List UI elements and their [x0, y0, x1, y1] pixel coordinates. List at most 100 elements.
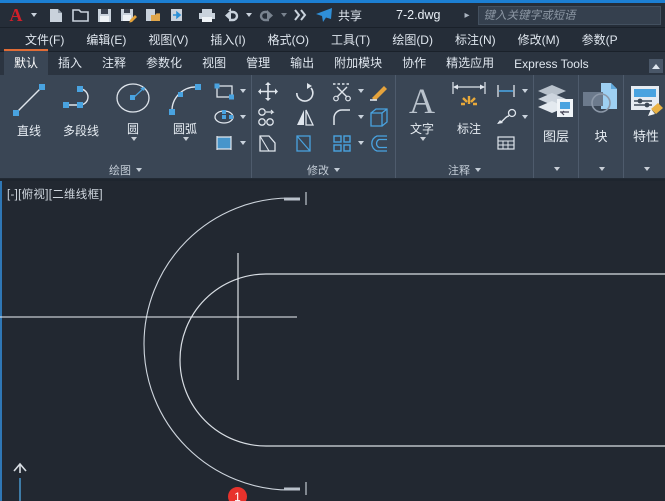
tab-collaborate[interactable]: 协作 — [392, 51, 436, 75]
menu-file[interactable]: 文件(F) — [14, 28, 75, 51]
dimension-style-dropdown[interactable] — [519, 89, 530, 93]
open-from-cloud-button[interactable] — [165, 4, 189, 26]
mirror-button[interactable] — [292, 105, 318, 130]
text-button-label: 文字 — [410, 120, 434, 137]
tab-view[interactable]: 视图 — [192, 51, 236, 75]
erase-button[interactable] — [366, 79, 392, 104]
offset-button[interactable] — [366, 131, 392, 156]
undo-button[interactable] — [219, 4, 243, 26]
more-commands-button[interactable] — [289, 4, 313, 26]
dimension-style-button[interactable] — [493, 79, 519, 104]
tab-featured-apps[interactable]: 精选应用 — [436, 51, 504, 75]
menu-view[interactable]: 视图(V) — [137, 28, 199, 51]
menu-insert[interactable]: 插入(I) — [199, 28, 256, 51]
document-list-arrow-icon[interactable]: ▸ — [465, 10, 470, 21]
tab-annotate[interactable]: 注释 — [92, 51, 136, 75]
properties-icon — [624, 81, 665, 123]
drawing-viewport[interactable]: [-][俯视][二维线框] 1 51 — [0, 181, 665, 501]
menu-dimension[interactable]: 标注(N) — [444, 28, 507, 51]
array-button[interactable] — [329, 131, 355, 156]
polyline-button[interactable]: 多段线 — [55, 75, 107, 139]
layers-icon — [534, 81, 578, 123]
menu-parametric[interactable]: 参数(P — [571, 28, 629, 51]
redo-dropdown[interactable] — [278, 13, 289, 17]
menu-draw[interactable]: 绘图(D) — [381, 28, 444, 51]
line-button-label: 直线 — [17, 122, 41, 139]
dimension-button[interactable]: 标注 — [445, 75, 493, 137]
hatch-button[interactable] — [211, 131, 237, 156]
leader-dropdown[interactable] — [519, 115, 530, 119]
share-label[interactable]: 共享 — [338, 7, 362, 24]
tab-express-tools[interactable]: Express Tools — [504, 54, 598, 75]
tab-parametric[interactable]: 参数化 — [136, 51, 192, 75]
save-as-button[interactable] — [117, 4, 141, 26]
line-icon — [8, 79, 50, 121]
leader-button[interactable] — [493, 105, 519, 130]
ribbon-panel-bar: 直线 多段线 — [0, 75, 665, 179]
arc-dropdown-icon[interactable] — [183, 137, 189, 141]
rectangle-dropdown[interactable] — [237, 89, 248, 93]
panel-annotation: A 文字 标注 — [396, 75, 534, 178]
panel-modify-label: 修改 — [307, 162, 329, 178]
plot-button[interactable] — [195, 4, 219, 26]
share-button[interactable] — [313, 4, 335, 26]
fillet-dropdown[interactable] — [355, 115, 366, 119]
copy-button[interactable] — [255, 105, 281, 130]
tab-manage[interactable]: 管理 — [236, 51, 280, 75]
explode-icon — [368, 107, 390, 128]
undo-dropdown[interactable] — [243, 13, 254, 17]
panel-properties[interactable]: 特性 — [624, 75, 665, 178]
layers-dropdown-icon[interactable] — [554, 167, 560, 171]
application-menu-button[interactable]: A — [4, 4, 28, 26]
tab-addins[interactable]: 附加模块 — [324, 51, 392, 75]
properties-dropdown-icon[interactable] — [644, 167, 650, 171]
panel-block[interactable]: 块 — [579, 75, 624, 178]
ellipse-icon — [213, 107, 235, 127]
redo-button[interactable] — [254, 4, 278, 26]
save-to-cloud-button[interactable] — [141, 4, 165, 26]
tab-output[interactable]: 输出 — [280, 51, 324, 75]
arc-icon — [164, 79, 206, 119]
panel-draw-title[interactable]: 绘图 — [3, 161, 248, 178]
circle-button[interactable]: 圆 — [107, 75, 159, 141]
tab-home[interactable]: 默认 — [4, 49, 48, 75]
text-dropdown-icon[interactable] — [420, 137, 426, 141]
panel-annotation-title[interactable]: 注释 — [399, 161, 530, 178]
new-file-button[interactable] — [45, 4, 69, 26]
array-dropdown[interactable] — [355, 141, 366, 145]
table-button[interactable] — [493, 131, 519, 156]
rotate-button[interactable] — [292, 79, 318, 104]
stretch-button[interactable] — [255, 131, 281, 156]
ellipse-button[interactable] — [211, 105, 237, 130]
save-button[interactable] — [93, 4, 117, 26]
menu-tools[interactable]: 工具(T) — [320, 28, 381, 51]
menu-format[interactable]: 格式(O) — [257, 28, 320, 51]
menu-edit[interactable]: 编辑(E) — [75, 28, 137, 51]
ellipse-dropdown[interactable] — [237, 115, 248, 119]
move-button[interactable] — [255, 79, 281, 104]
rectangle-button[interactable] — [211, 79, 237, 104]
panel-layers[interactable]: 图层 — [534, 75, 579, 178]
tab-insert[interactable]: 插入 — [48, 51, 92, 75]
text-button[interactable]: A 文字 — [399, 75, 445, 141]
fillet-button[interactable] — [329, 105, 355, 130]
search-input[interactable]: 键入关键字或短语 — [478, 6, 661, 25]
panel-modify-title[interactable]: 修改 — [255, 161, 392, 178]
hatch-dropdown[interactable] — [237, 141, 248, 145]
circle-dropdown-icon[interactable] — [131, 137, 137, 141]
scale-button[interactable] — [292, 131, 318, 156]
ribbon-scroll-right-button[interactable] — [649, 59, 663, 73]
block-dropdown-icon[interactable] — [599, 167, 605, 171]
arc-button[interactable]: 圆弧 — [159, 75, 211, 141]
menu-modify[interactable]: 修改(M) — [507, 28, 571, 51]
open-file-button[interactable] — [69, 4, 93, 26]
line-button[interactable]: 直线 — [3, 75, 55, 139]
trim-button[interactable] — [329, 79, 355, 104]
rotate-icon — [294, 81, 316, 102]
application-menu-dropdown[interactable] — [28, 13, 39, 17]
viewport-config-label[interactable]: [-][俯视][二维线框] — [7, 186, 103, 202]
move-icon — [257, 81, 279, 102]
explode-button[interactable] — [366, 105, 392, 130]
panel-modify: 修改 — [252, 75, 396, 178]
trim-dropdown[interactable] — [355, 89, 366, 93]
